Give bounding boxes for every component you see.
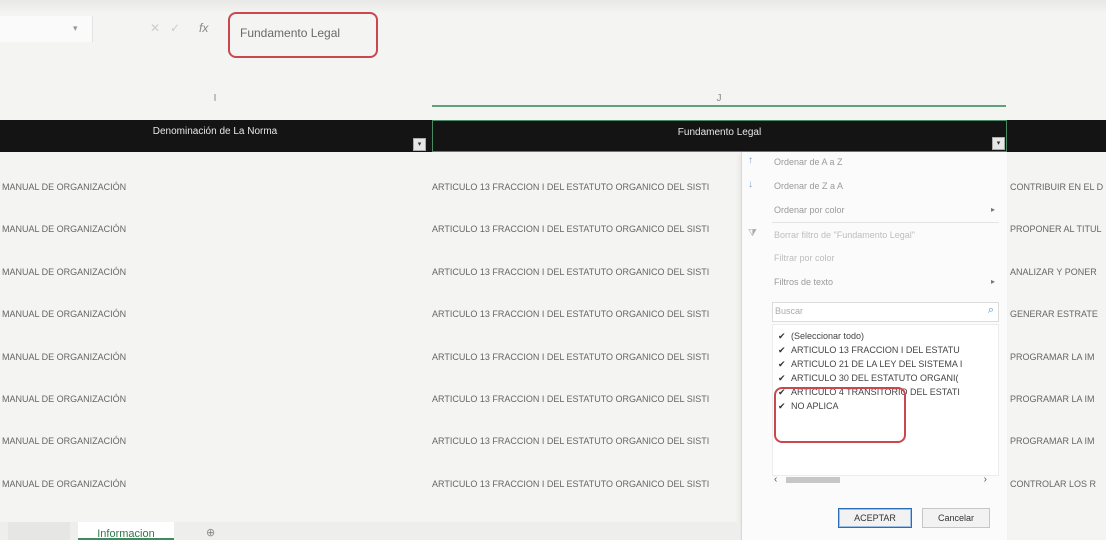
header-fundamento-label: Fundamento Legal [677, 127, 762, 138]
cell-denominacion[interactable]: MANUAL DE ORGANIZACIÓN [2, 479, 126, 489]
sheet-tab-informacion[interactable]: Informacion [78, 522, 174, 540]
scroll-left-icon[interactable]: ‹ [774, 474, 777, 485]
scroll-right-icon[interactable]: › [984, 474, 987, 485]
checkbox-checked-icon[interactable]: ✔ [778, 359, 786, 370]
sheet-tab-nav[interactable] [8, 522, 70, 540]
enter-formula-icon[interactable]: ✓ [170, 21, 180, 35]
search-placeholder: Buscar [775, 306, 804, 316]
cell-denominacion[interactable]: MANUAL DE ORGANIZACIÓN [2, 352, 126, 362]
cell-fundamento[interactable]: ARTICULO 13 FRACCION I DEL ESTATUTO ORGA… [432, 352, 740, 362]
column-header-i[interactable]: I [0, 93, 430, 105]
sheet-tab-bar: Informacion ⊕ [0, 522, 740, 540]
sort-desc-item[interactable]: Ordenar de Z a A [774, 181, 843, 191]
cell-next[interactable]: ANALIZAR Y PONER [1010, 267, 1106, 277]
cell-fundamento[interactable]: ARTICULO 13 FRACCION I DEL ESTATUTO ORGA… [432, 479, 740, 489]
cell-fundamento[interactable]: ARTICULO 13 FRACCION I DEL ESTATUTO ORGA… [432, 309, 740, 319]
header-fundamento-legal[interactable]: Fundamento Legal ▾ [432, 120, 1007, 152]
autofilter-menu: ↑ Ordenar de A a Z ↓ Ordenar de Z a A Or… [741, 152, 1007, 540]
list-item[interactable]: ✔ (Seleccionar todo) [778, 331, 865, 341]
cell-next[interactable]: PROPONER AL TITUL [1010, 224, 1106, 234]
list-item[interactable]: ✔ ARTICULO 30 DEL ESTATUTO ORGANI( [778, 373, 959, 383]
add-sheet-icon[interactable]: ⊕ [206, 526, 215, 539]
filter-dropdown-button[interactable]: ▾ [413, 138, 426, 151]
column-header-j[interactable]: J [432, 93, 1006, 105]
list-item-label: ARTICULO 13 FRACCION I DEL ESTATU [791, 345, 960, 355]
menu-separator [772, 222, 999, 223]
accept-button[interactable]: ACEPTAR [838, 508, 912, 528]
list-item-label: (Seleccionar todo) [791, 331, 865, 341]
scrollbar-thumb[interactable] [786, 477, 840, 483]
filter-search-input[interactable]: Buscar ⌕ [772, 302, 999, 322]
sort-descending-icon: ↓ [748, 179, 753, 190]
checkbox-checked-icon[interactable]: ✔ [778, 345, 786, 356]
sort-ascending-icon: ↑ [748, 155, 753, 166]
formula-content: Fundamento Legal [240, 26, 341, 40]
formula-input[interactable]: Fundamento Legal [228, 12, 378, 58]
ribbon-edge [0, 0, 1106, 14]
cancel-button[interactable]: Cancelar [922, 508, 990, 528]
cell-fundamento[interactable]: ARTICULO 13 FRACCION I DEL ESTATUTO ORGA… [432, 394, 740, 404]
list-horizontal-scrollbar[interactable]: ‹ › [772, 474, 997, 486]
cell-denominacion[interactable]: MANUAL DE ORGANIZACIÓN [2, 224, 126, 234]
cell-denominacion[interactable]: MANUAL DE ORGANIZACIÓN [2, 267, 126, 277]
submenu-arrow-icon: ▸ [990, 277, 995, 286]
submenu-arrow-icon: ▸ [990, 205, 995, 214]
cell-fundamento[interactable]: ARTICULO 13 FRACCION I DEL ESTATUTO ORGA… [432, 182, 740, 192]
filter-by-color-item[interactable]: Filtrar por color [774, 253, 835, 263]
filter-dropdown-button-active[interactable]: ▾ [992, 137, 1005, 150]
cell-next[interactable]: PROGRAMAR LA IM [1010, 394, 1106, 404]
cell-denominacion[interactable]: MANUAL DE ORGANIZACIÓN [2, 309, 126, 319]
cancel-formula-icon[interactable]: ✕ [150, 21, 160, 35]
text-filters-item[interactable]: Filtros de texto [774, 277, 833, 287]
name-box-dropdown-icon[interactable]: ▾ [73, 23, 78, 34]
header-denominacion-label: Denominación de La Norma [152, 126, 278, 137]
cell-fundamento[interactable]: ARTICULO 13 FRACCION I DEL ESTATUTO ORGA… [432, 267, 740, 277]
cell-fundamento[interactable]: ARTICULO 13 FRACCION I DEL ESTATUTO ORGA… [432, 436, 740, 446]
selected-column-indicator [432, 105, 1006, 107]
cell-denominacion[interactable]: MANUAL DE ORGANIZACIÓN [2, 394, 126, 404]
cell-next[interactable]: CONTROLAR LOS R [1010, 479, 1106, 489]
sort-asc-item[interactable]: Ordenar de A a Z [774, 157, 843, 167]
checkbox-checked-icon[interactable]: ✔ [778, 331, 786, 342]
cell-denominacion[interactable]: MANUAL DE ORGANIZACIÓN [2, 436, 126, 446]
list-item-label: ARTICULO 30 DEL ESTATUTO ORGANI( [791, 373, 959, 383]
table-header-row: Denominación de La Norma ▾ Fundamento Le… [0, 120, 1106, 152]
annotation-highlight-box [774, 387, 906, 443]
clear-filter-icon: ⧩ [748, 228, 757, 239]
clear-filter-item[interactable]: Borrar filtro de "Fundamento Legal" [774, 230, 915, 240]
cell-fundamento[interactable]: ARTICULO 13 FRACCION I DEL ESTATUTO ORGA… [432, 224, 740, 234]
cell-next[interactable]: PROGRAMAR LA IM [1010, 352, 1106, 362]
cell-next[interactable]: CONTRIBUIR EN EL D [1010, 182, 1106, 192]
list-item-label: ARTICULO 21 DE LA LEY DEL SISTEMA I [791, 359, 963, 369]
header-denominacion[interactable]: Denominación de La Norma ▾ [0, 120, 430, 152]
sort-by-color-item[interactable]: Ordenar por color [774, 205, 845, 215]
list-item[interactable]: ✔ ARTICULO 21 DE LA LEY DEL SISTEMA I [778, 359, 963, 369]
cell-next[interactable]: PROGRAMAR LA IM [1010, 436, 1106, 446]
checkbox-checked-icon[interactable]: ✔ [778, 373, 786, 384]
search-icon: ⌕ [987, 304, 994, 316]
insert-function-icon[interactable]: fx [199, 21, 208, 35]
cell-next[interactable]: GENERAR ESTRATE [1010, 309, 1106, 319]
list-item[interactable]: ✔ ARTICULO 13 FRACCION I DEL ESTATU [778, 345, 960, 355]
name-box[interactable] [0, 16, 93, 42]
cell-denominacion[interactable]: MANUAL DE ORGANIZACIÓN [2, 182, 126, 192]
